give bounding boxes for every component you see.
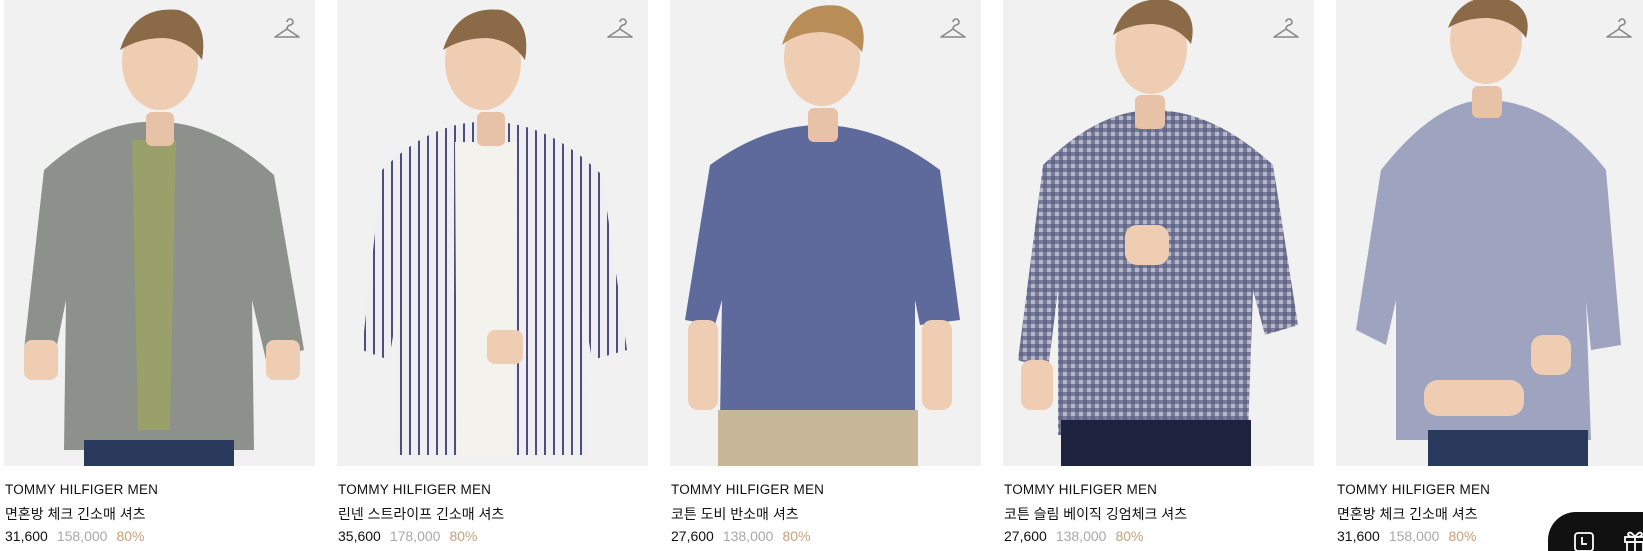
- sale-price: 35,600: [338, 528, 381, 544]
- brand-name[interactable]: TOMMY HILFIGER MEN: [1337, 482, 1490, 497]
- original-price: 138,000: [1055, 528, 1107, 544]
- product-card[interactable]: TOMMY HILFIGER MEN 코튼 도비 반소매 셔츠 27,600 13…: [670, 0, 981, 551]
- price-row: 27,600 138,000 80%: [671, 528, 810, 544]
- sale-price: 31,600: [5, 528, 48, 544]
- model-illustration: [337, 0, 648, 466]
- product-image[interactable]: [4, 0, 315, 466]
- model-illustration: [670, 0, 981, 466]
- discount-rate: 80%: [782, 528, 811, 544]
- original-price: 158,000: [1388, 528, 1440, 544]
- original-price: 178,000: [389, 528, 441, 544]
- hanger-icon[interactable]: [273, 16, 301, 44]
- product-name[interactable]: 면혼방 체크 긴소매 셔츠: [5, 504, 145, 524]
- clock-icon[interactable]: [1574, 532, 1594, 551]
- model-illustration: [1336, 0, 1643, 466]
- brand-name[interactable]: TOMMY HILFIGER MEN: [1004, 482, 1157, 497]
- hanger-icon[interactable]: [939, 16, 967, 44]
- floating-quick-menu[interactable]: [1548, 512, 1643, 551]
- price-row: 35,600 178,000 80%: [338, 528, 477, 544]
- brand-name[interactable]: TOMMY HILFIGER MEN: [338, 482, 491, 497]
- price-row: 31,600 158,000 80%: [1337, 528, 1476, 544]
- sale-price: 31,600: [1337, 528, 1380, 544]
- price-row: 27,600 138,000 80%: [1004, 528, 1143, 544]
- product-card[interactable]: TOMMY HILFIGER MEN 코튼 슬림 베이직 깅엄체크 셔츠 27,…: [1003, 0, 1314, 551]
- product-name[interactable]: 면혼방 체크 긴소매 셔츠: [1337, 504, 1477, 524]
- price-row: 31,600 158,000 80%: [5, 528, 144, 544]
- model-illustration: [4, 0, 315, 466]
- model-illustration: [1003, 0, 1314, 466]
- product-card[interactable]: TOMMY HILFIGER MEN 린넨 스트라이프 긴소매 셔츠 35,60…: [337, 0, 648, 551]
- sale-price: 27,600: [1004, 528, 1047, 544]
- gift-icon[interactable]: [1622, 528, 1643, 551]
- product-image[interactable]: [1003, 0, 1314, 466]
- sale-price: 27,600: [671, 528, 714, 544]
- product-grid: TOMMY HILFIGER MEN 면혼방 체크 긴소매 셔츠 31,600 1…: [0, 0, 1643, 551]
- brand-name[interactable]: TOMMY HILFIGER MEN: [5, 482, 158, 497]
- discount-rate: 80%: [1115, 528, 1144, 544]
- original-price: 138,000: [722, 528, 774, 544]
- product-image[interactable]: [670, 0, 981, 466]
- product-name[interactable]: 코튼 슬림 베이직 깅엄체크 셔츠: [1004, 504, 1187, 524]
- product-card[interactable]: TOMMY HILFIGER MEN 면혼방 체크 긴소매 셔츠 31,600 1…: [4, 0, 315, 551]
- original-price: 158,000: [56, 528, 108, 544]
- hanger-icon[interactable]: [1272, 16, 1300, 44]
- product-name[interactable]: 린넨 스트라이프 긴소매 셔츠: [338, 504, 504, 524]
- product-name[interactable]: 코튼 도비 반소매 셔츠: [671, 504, 799, 524]
- discount-rate: 80%: [116, 528, 145, 544]
- hanger-icon[interactable]: [606, 16, 634, 44]
- discount-rate: 80%: [1448, 528, 1477, 544]
- discount-rate: 80%: [449, 528, 478, 544]
- product-image[interactable]: [337, 0, 648, 466]
- product-image[interactable]: [1336, 0, 1643, 466]
- brand-name[interactable]: TOMMY HILFIGER MEN: [671, 482, 824, 497]
- hanger-icon[interactable]: [1605, 16, 1633, 44]
- product-card[interactable]: TOMMY HILFIGER MEN 면혼방 체크 긴소매 셔츠 31,600 1…: [1336, 0, 1643, 551]
